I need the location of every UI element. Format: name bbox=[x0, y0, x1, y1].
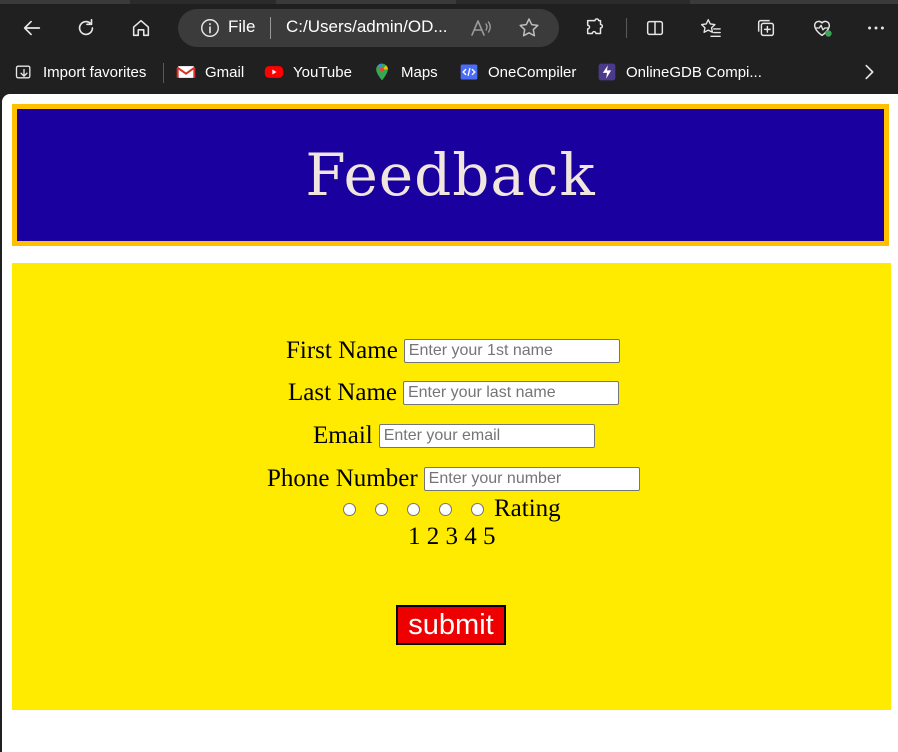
settings-more-button[interactable] bbox=[860, 12, 892, 44]
favorites-list-icon bbox=[700, 19, 721, 37]
back-arrow-icon bbox=[23, 20, 41, 36]
phone-row: Phone Number bbox=[267, 465, 640, 493]
add-favorite-star-icon[interactable] bbox=[517, 16, 541, 40]
onlinegdb-icon bbox=[597, 62, 617, 82]
email-label: Email bbox=[313, 422, 373, 449]
youtube-icon bbox=[264, 62, 284, 82]
back-button[interactable] bbox=[16, 12, 48, 44]
bookmark-gmail[interactable]: Gmail bbox=[176, 56, 244, 88]
bookmark-onlinegdb[interactable]: OnlineGDB Compi... bbox=[597, 56, 762, 88]
favorites-button[interactable] bbox=[695, 12, 727, 44]
heart-pulse-icon bbox=[813, 20, 832, 37]
scheme-label: File bbox=[228, 17, 256, 36]
collections-icon bbox=[757, 19, 775, 37]
toolbar-divider bbox=[626, 18, 627, 38]
rating-radio-3[interactable] bbox=[407, 502, 420, 516]
home-icon bbox=[132, 19, 150, 37]
info-icon[interactable] bbox=[199, 17, 221, 39]
extensions-button[interactable] bbox=[579, 12, 611, 44]
email-row: Email bbox=[313, 422, 595, 450]
bookmarks-divider bbox=[163, 63, 164, 83]
more-dots-icon bbox=[868, 26, 884, 30]
browser-toolbar: File C:/Users/admin/OD... bbox=[0, 0, 898, 56]
page-viewport: Feedback First Name Last Name Email Phon… bbox=[2, 94, 898, 752]
rating-label: Rating bbox=[494, 495, 561, 522]
rating-row: Rating bbox=[333, 495, 561, 523]
refresh-button[interactable] bbox=[70, 12, 102, 44]
rating-radio-1[interactable] bbox=[343, 502, 356, 516]
split-screen-icon bbox=[646, 20, 664, 36]
last-name-input[interactable] bbox=[402, 381, 619, 405]
url-text[interactable]: C:/Users/admin/OD... bbox=[286, 17, 448, 37]
rating-radio-4[interactable] bbox=[439, 502, 452, 516]
rating-radio-5[interactable] bbox=[471, 502, 484, 516]
rating-radio-2[interactable] bbox=[375, 502, 388, 516]
bookmark-label: OnlineGDB Compi... bbox=[626, 63, 762, 81]
rating-numbers: 1 2 3 4 5 bbox=[408, 523, 496, 550]
bookmark-label: YouTube bbox=[293, 63, 352, 81]
submit-button[interactable]: submit bbox=[396, 605, 506, 645]
favorites-bar: Import favorites bbox=[0, 56, 898, 92]
last-name-label: Last Name bbox=[288, 379, 397, 406]
collections-button[interactable] bbox=[750, 12, 782, 44]
import-icon bbox=[14, 62, 34, 82]
phone-number-label: Phone Number bbox=[267, 465, 418, 492]
split-screen-button[interactable] bbox=[639, 12, 671, 44]
bookmark-import-favorites[interactable]: Import favorites bbox=[14, 56, 146, 88]
bookmark-label: OneCompiler bbox=[488, 63, 577, 81]
maps-icon bbox=[372, 62, 392, 82]
feedback-form: First Name Last Name Email Phone Number … bbox=[12, 263, 891, 710]
tab-strip-edge bbox=[0, 0, 898, 4]
read-aloud-icon[interactable] bbox=[469, 16, 493, 40]
bookmark-label: Gmail bbox=[205, 63, 245, 81]
puzzle-extensions-icon bbox=[586, 18, 604, 35]
phone-number-input[interactable] bbox=[423, 467, 640, 491]
refresh-icon bbox=[78, 18, 94, 36]
page-title: Feedback bbox=[305, 141, 596, 209]
address-divider bbox=[270, 17, 271, 39]
bookmark-label: Maps bbox=[401, 63, 438, 81]
chevron-right-icon bbox=[865, 64, 874, 80]
bookmark-youtube[interactable]: YouTube bbox=[264, 56, 352, 88]
first-name-label: First Name bbox=[286, 337, 398, 364]
browser-essentials-button[interactable] bbox=[806, 12, 838, 44]
first-name-row: First Name bbox=[286, 337, 620, 365]
page-header: Feedback bbox=[12, 104, 889, 246]
bookmark-maps[interactable]: Maps bbox=[372, 56, 438, 88]
bookmark-label: Import favorites bbox=[43, 63, 147, 81]
address-bar[interactable]: File C:/Users/admin/OD... bbox=[178, 9, 559, 47]
gmail-icon bbox=[176, 62, 196, 82]
onecompiler-icon bbox=[459, 62, 479, 82]
bookmark-onecompiler[interactable]: OneCompiler bbox=[459, 56, 576, 88]
more-favorites-button[interactable] bbox=[853, 56, 885, 88]
email-input[interactable] bbox=[378, 424, 595, 448]
home-button[interactable] bbox=[125, 12, 157, 44]
first-name-input[interactable] bbox=[403, 339, 620, 363]
last-name-row: Last Name bbox=[288, 379, 619, 407]
